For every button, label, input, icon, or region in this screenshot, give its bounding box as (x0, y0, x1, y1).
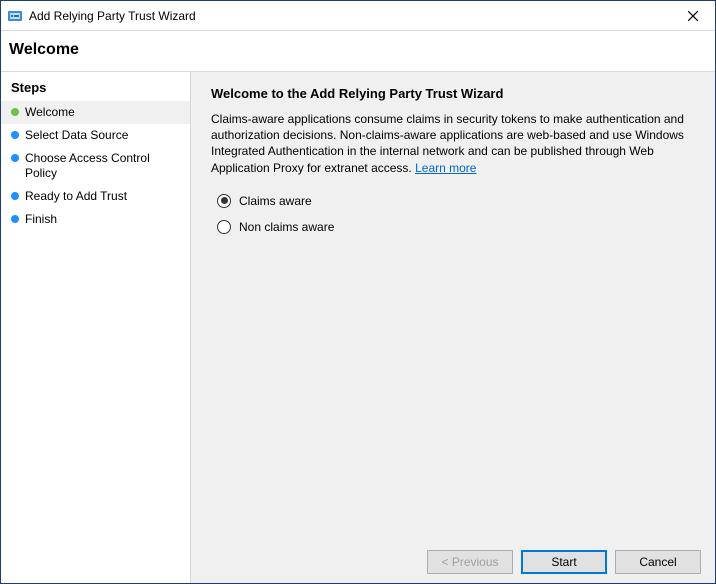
close-button[interactable] (670, 1, 715, 31)
step-label: Select Data Source (25, 128, 180, 143)
radio-icon (217, 220, 231, 234)
previous-button: < Previous (427, 550, 513, 574)
radio-icon (217, 194, 231, 208)
step-bullet-icon (11, 154, 19, 162)
step-finish[interactable]: Finish (1, 208, 190, 231)
learn-more-link[interactable]: Learn more (415, 161, 476, 175)
step-bullet-icon (11, 192, 19, 200)
main-area: Steps Welcome Select Data Source Choose … (1, 72, 715, 583)
step-label: Ready to Add Trust (25, 189, 180, 204)
content-description: Claims-aware applications consume claims… (211, 111, 695, 176)
content-inner: Welcome to the Add Relying Party Trust W… (191, 72, 715, 541)
close-icon (688, 11, 698, 21)
wizard-footer: < Previous Start Cancel (191, 541, 715, 583)
step-bullet-icon (11, 108, 19, 116)
step-bullet-icon (11, 131, 19, 139)
app-icon (7, 8, 23, 24)
title-bar: Add Relying Party Trust Wizard (1, 1, 715, 31)
step-label: Finish (25, 212, 180, 227)
start-button[interactable]: Start (521, 550, 607, 574)
radio-label: Claims aware (239, 194, 312, 208)
app-type-radio-group: Claims aware Non claims aware (211, 194, 695, 234)
radio-non-claims-aware[interactable]: Non claims aware (217, 220, 695, 234)
step-select-data-source[interactable]: Select Data Source (1, 124, 190, 147)
step-label: Choose Access Control Policy (25, 151, 180, 181)
page-header: Welcome (1, 31, 715, 72)
radio-label: Non claims aware (239, 220, 334, 234)
window-title: Add Relying Party Trust Wizard (29, 9, 196, 23)
page-title: Welcome (9, 41, 707, 59)
step-ready-to-add-trust[interactable]: Ready to Add Trust (1, 185, 190, 208)
step-label: Welcome (25, 105, 180, 120)
steps-sidebar: Steps Welcome Select Data Source Choose … (1, 72, 191, 583)
content-panel: Welcome to the Add Relying Party Trust W… (191, 72, 715, 583)
step-bullet-icon (11, 215, 19, 223)
step-choose-access-control-policy[interactable]: Choose Access Control Policy (1, 147, 190, 185)
content-heading: Welcome to the Add Relying Party Trust W… (211, 86, 695, 101)
steps-title: Steps (1, 78, 190, 101)
step-welcome[interactable]: Welcome (1, 101, 190, 124)
radio-claims-aware[interactable]: Claims aware (217, 194, 695, 208)
cancel-button[interactable]: Cancel (615, 550, 701, 574)
